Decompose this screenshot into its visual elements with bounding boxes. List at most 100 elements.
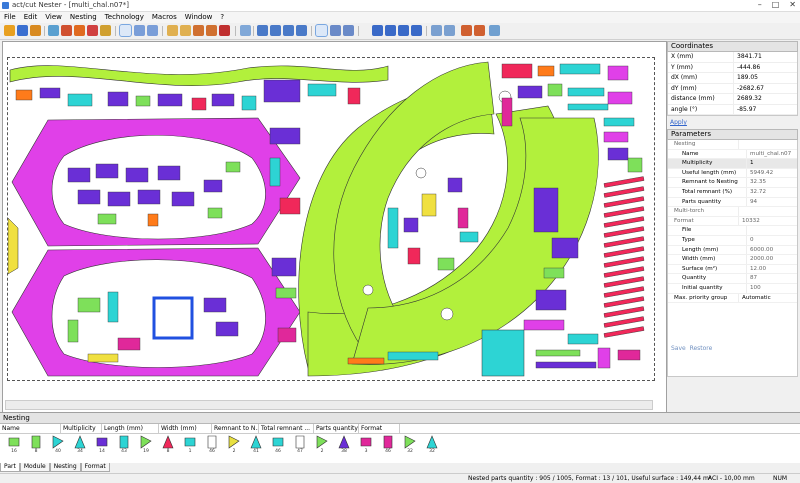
nest-options-icon[interactable] xyxy=(87,25,98,36)
redo-icon[interactable] xyxy=(147,25,158,36)
parameter-value[interactable]: 32.35 xyxy=(747,178,766,187)
zoom-window-icon[interactable] xyxy=(296,25,307,36)
technology-icon[interactable] xyxy=(100,25,111,36)
open-folder-icon[interactable] xyxy=(4,25,15,36)
parameter-value[interactable]: 12.00 xyxy=(747,265,766,274)
part-thumbnail[interactable]: 46 xyxy=(380,435,396,459)
layout-1-icon[interactable] xyxy=(372,25,383,36)
ungroup-icon[interactable] xyxy=(474,25,485,36)
zoom-in-icon[interactable] xyxy=(257,25,268,36)
properties-icon[interactable] xyxy=(489,25,500,36)
close-button[interactable]: ✕ xyxy=(789,0,796,11)
canvas-horizontal-scrollbar[interactable] xyxy=(5,400,653,410)
layout-4-icon[interactable] xyxy=(411,25,422,36)
layout-2-icon[interactable] xyxy=(385,25,396,36)
part-thumbnail[interactable]: 32 xyxy=(424,435,440,459)
parameter-value[interactable] xyxy=(739,207,742,216)
maximize-button[interactable]: □ xyxy=(772,0,780,11)
part-thumbnail[interactable]: 2 xyxy=(226,435,242,459)
coord-value[interactable]: -2682.67 xyxy=(734,84,764,94)
part-thumbnail[interactable]: 43 xyxy=(116,435,132,459)
cut-icon[interactable] xyxy=(219,25,230,36)
align-icon[interactable] xyxy=(431,25,442,36)
column-header-name[interactable]: Name xyxy=(0,424,61,433)
parameter-value[interactable]: 2000.00 xyxy=(747,255,773,264)
apply-link[interactable]: Apply xyxy=(667,116,798,129)
column-header-parts-quantity[interactable]: Parts quantity xyxy=(314,424,359,433)
parameter-value[interactable]: 10332 xyxy=(739,217,760,226)
parameter-value[interactable] xyxy=(739,140,742,149)
part-thumbnail[interactable]: 8 xyxy=(160,435,176,459)
part-thumbnail[interactable]: 34 xyxy=(72,435,88,459)
rotate-icon[interactable] xyxy=(193,25,204,36)
parameter-value[interactable]: 32.72 xyxy=(747,188,766,197)
select-pointer-icon[interactable] xyxy=(119,24,132,37)
menu-technology[interactable]: Technology xyxy=(101,12,148,22)
detail-view-icon[interactable] xyxy=(343,25,354,36)
manual-nest-icon[interactable] xyxy=(74,25,85,36)
column-header-multiplicity[interactable]: Multiplicity xyxy=(61,424,102,433)
part-thumbnail[interactable]: 16 xyxy=(6,435,22,459)
part-thumbnail[interactable]: 38 xyxy=(336,435,352,459)
menu-window[interactable]: Window xyxy=(181,12,217,22)
parameter-value[interactable]: 5949.42 xyxy=(747,169,773,178)
zoom-extents-icon[interactable] xyxy=(283,25,294,36)
layout-3-icon[interactable] xyxy=(398,25,409,36)
part-thumbnail[interactable]: 2 xyxy=(314,435,330,459)
parameter-value[interactable]: 87 xyxy=(747,274,757,283)
export-icon[interactable] xyxy=(30,25,41,36)
mirror-icon[interactable] xyxy=(206,25,217,36)
part-thumbnail[interactable]: 14 xyxy=(94,435,110,459)
menu-macros[interactable]: Macros xyxy=(148,12,181,22)
distribute-icon[interactable] xyxy=(444,25,455,36)
parameter-value[interactable]: multi_chal.n07 xyxy=(747,150,791,159)
menu-edit[interactable]: Edit xyxy=(20,12,42,22)
part-thumbnail[interactable]: 32 xyxy=(402,435,418,459)
parameter-value[interactable]: 100 xyxy=(747,284,761,293)
group-icon[interactable] xyxy=(461,25,472,36)
part-thumbnail[interactable]: 1 xyxy=(182,435,198,459)
part-thumbnail[interactable]: 3 xyxy=(358,435,374,459)
tab-part[interactable]: Part xyxy=(0,463,20,472)
part-thumbnail[interactable]: 19 xyxy=(138,435,154,459)
column-header-remnant-to-nesting[interactable]: Remnant to N... xyxy=(212,424,259,433)
coord-value[interactable]: 189.05 xyxy=(734,73,758,83)
coord-value[interactable]: 3841.71 xyxy=(734,52,762,62)
tab-nesting[interactable]: Nesting xyxy=(49,463,81,472)
save-link[interactable]: Save xyxy=(671,345,686,352)
paste-icon[interactable] xyxy=(180,25,191,36)
menu-nesting[interactable]: Nesting xyxy=(66,12,101,22)
part-thumbnail[interactable]: 40 xyxy=(50,435,66,459)
coord-value[interactable]: -85.97 xyxy=(734,105,756,115)
part-thumbnail[interactable]: 47 xyxy=(292,435,308,459)
import-parts-icon[interactable] xyxy=(48,25,59,36)
restore-link[interactable]: Restore xyxy=(690,345,713,352)
part-thumbnail[interactable]: 46 xyxy=(204,435,220,459)
parameter-value[interactable] xyxy=(747,226,750,235)
column-header-format[interactable]: Format xyxy=(359,424,400,433)
tab-module[interactable]: Module xyxy=(19,463,50,472)
coord-value[interactable]: -444.86 xyxy=(734,63,760,73)
undo-icon[interactable] xyxy=(134,25,145,36)
menu-file[interactable]: File xyxy=(0,12,20,22)
save-icon[interactable] xyxy=(17,25,28,36)
part-thumbnail[interactable]: 46 xyxy=(270,435,286,459)
menu-view[interactable]: View xyxy=(41,12,66,22)
move-icon[interactable] xyxy=(240,25,251,36)
parameter-value[interactable]: 0 xyxy=(747,236,754,245)
minimize-button[interactable]: – xyxy=(758,0,762,11)
parameter-value[interactable]: 94 xyxy=(747,198,757,207)
parameter-value[interactable]: 1 xyxy=(747,159,754,168)
zoom-out-icon[interactable] xyxy=(270,25,281,36)
coord-value[interactable]: 2689.32 xyxy=(734,94,762,104)
column-header-length[interactable]: Length (mm) xyxy=(102,424,159,433)
tab-format[interactable]: Format xyxy=(80,463,110,472)
parameter-value[interactable]: 6000.00 xyxy=(747,246,773,255)
part-thumbnail[interactable]: 41 xyxy=(248,435,264,459)
column-header-total-remnant[interactable]: Total remnant ... xyxy=(259,424,314,433)
parameter-value[interactable]: Automatic xyxy=(739,294,771,303)
auto-nest-icon[interactable] xyxy=(61,25,72,36)
nesting-sheet-canvas[interactable] xyxy=(7,57,655,381)
column-header-width[interactable]: Width (mm) xyxy=(159,424,212,433)
copy-icon[interactable] xyxy=(167,25,178,36)
